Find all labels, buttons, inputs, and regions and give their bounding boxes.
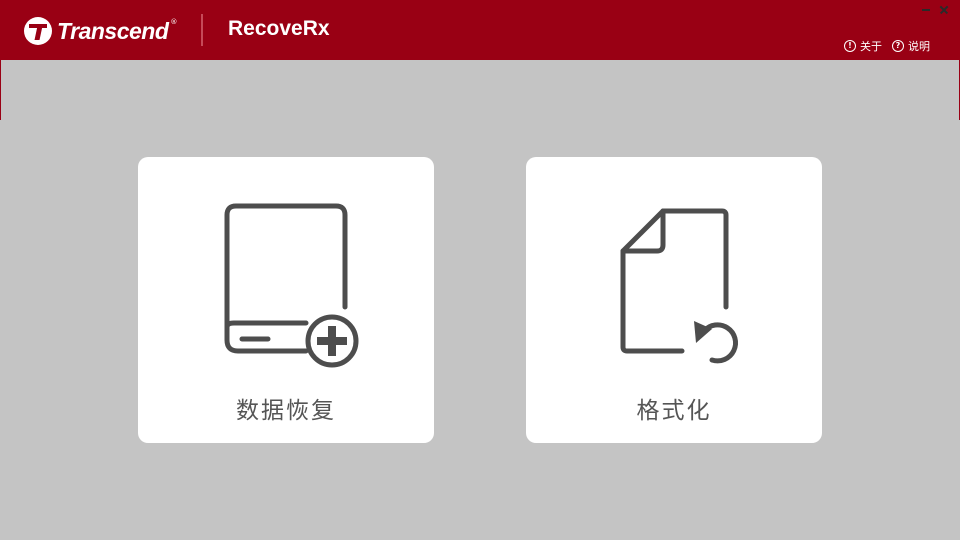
brand-name: Transcend	[57, 17, 169, 44]
help-label: 说明	[908, 40, 930, 53]
title-bar: Transcend ® RecoveRx ! 关于 ? 说明	[0, 0, 960, 60]
header-divider	[201, 14, 203, 46]
transcend-logo-icon	[24, 17, 52, 45]
registered-mark: ®	[170, 18, 178, 26]
help-link[interactable]: ? 说明	[892, 38, 930, 54]
about-link[interactable]: ! 关于	[844, 38, 882, 54]
format-button[interactable]: 格式化	[526, 157, 822, 443]
info-icon: !	[844, 40, 856, 52]
format-label: 格式化	[636, 398, 712, 424]
data-recovery-button[interactable]: 数据恢复	[138, 157, 434, 443]
app-title: RecoveRx	[228, 17, 330, 40]
close-icon[interactable]	[938, 4, 950, 14]
question-icon: ?	[892, 40, 904, 52]
about-label: 关于	[860, 40, 882, 53]
minimize-icon[interactable]	[920, 4, 932, 14]
data-recovery-label: 数据恢复	[236, 398, 336, 424]
recoverx-window: Transcend ® RecoveRx ! 关于 ? 说明 数据恢复 格式化	[0, 0, 960, 540]
left-accent	[0, 60, 1, 120]
header-links: ! 关于 ? 说明	[844, 38, 930, 54]
transcend-logo: Transcend ®	[24, 16, 177, 46]
window-controls	[920, 4, 950, 14]
